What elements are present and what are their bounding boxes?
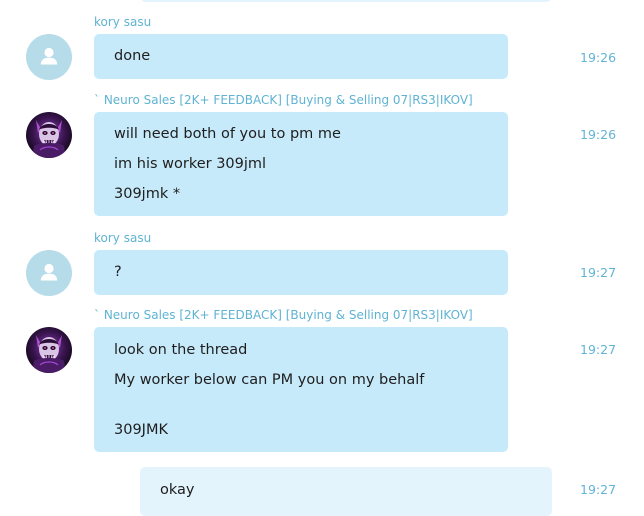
neuro-sales-avatar (32, 120, 66, 158)
message-text: My worker below can PM you on my behalf (114, 372, 425, 388)
user-avatar[interactable] (26, 112, 72, 158)
message-text: will need both of you to pm me (114, 126, 341, 142)
message-bubble[interactable]: done (94, 34, 508, 79)
user-avatar[interactable] (26, 327, 72, 373)
sender-name[interactable]: ` Neuro Sales [2K+ FEEDBACK] [Buying & S… (94, 308, 473, 322)
message-timestamp: 19:27 (580, 482, 617, 497)
message-text: 309JMK (114, 422, 168, 438)
message-timestamp: 19:26 (580, 50, 617, 65)
user-avatar[interactable] (26, 250, 72, 296)
message-text: 309jmk * (114, 186, 181, 202)
message-bubble[interactable]: look on the thread My worker below can P… (94, 327, 508, 452)
default-user-icon (40, 263, 58, 281)
message-timestamp: 19:26 (580, 127, 617, 142)
message-bubble[interactable]: ? (94, 250, 508, 295)
message-timestamp: 19:27 (580, 342, 617, 357)
message-text: ? (114, 264, 122, 280)
sender-name[interactable]: ` Neuro Sales [2K+ FEEDBACK] [Buying & S… (94, 93, 473, 107)
neuro-sales-avatar (32, 335, 66, 373)
sender-name[interactable]: kory sasu (94, 231, 151, 245)
message-text: okay (160, 482, 195, 498)
message-text: done (114, 48, 151, 64)
message-bubble[interactable]: will need both of you to pm me im his wo… (94, 112, 508, 216)
default-user-icon (40, 47, 58, 65)
previous-message-bubble[interactable] (140, 0, 552, 2)
message-text: look on the thread (114, 342, 248, 358)
message-text: im his worker 309jml (114, 156, 267, 172)
message-timestamp: 19:27 (580, 265, 617, 280)
user-avatar[interactable] (26, 34, 72, 80)
sender-name[interactable]: kory sasu (94, 15, 151, 29)
chat-conversation: kory sasu done 19:26 ` Neuro Sales [2K+ … (0, 0, 644, 516)
own-message-bubble[interactable]: okay (140, 467, 552, 516)
